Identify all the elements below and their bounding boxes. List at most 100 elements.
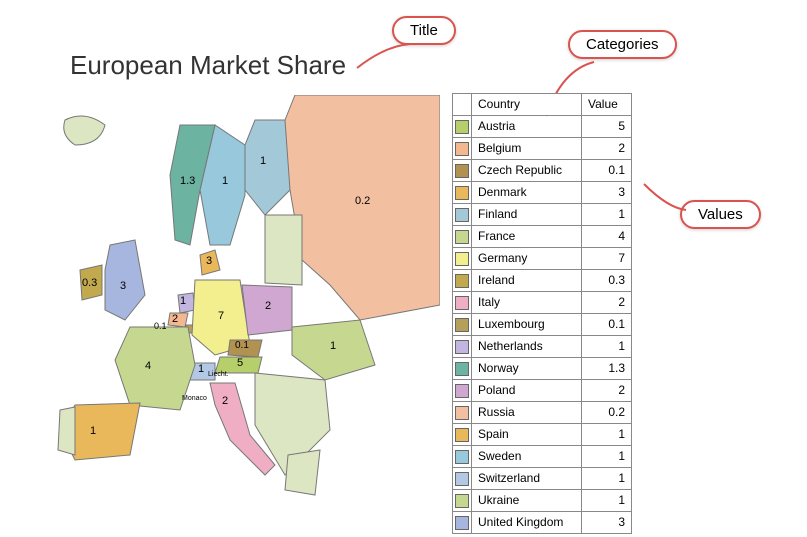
table-row: Austria5 (453, 116, 632, 138)
swatch-cell (453, 402, 472, 424)
swatch-icon (455, 252, 469, 266)
table-row: Germany7 (453, 248, 632, 270)
value-cell: 1 (582, 490, 632, 512)
country-finland (245, 120, 290, 215)
table-row: Norway1.3 (453, 358, 632, 380)
swatch-icon (455, 428, 469, 442)
table-row: Italy2 (453, 292, 632, 314)
country-uk (105, 240, 145, 320)
value-cell: 4 (582, 226, 632, 248)
country-france (115, 327, 195, 410)
country-cell: Italy (472, 292, 582, 314)
callout-title: Title (392, 16, 456, 45)
country-cell: Spain (472, 424, 582, 446)
table-row: Denmark3 (453, 182, 632, 204)
value-cell: 0.3 (582, 270, 632, 292)
country-denmark (200, 250, 220, 275)
table-row: Ireland0.3 (453, 270, 632, 292)
swatch-cell (453, 446, 472, 468)
value-cell: 0.2 (582, 402, 632, 424)
country-cell: Switzerland (472, 468, 582, 490)
value-cell: 3 (582, 512, 632, 534)
swatch-cell (453, 182, 472, 204)
country-netherlands (178, 293, 195, 313)
swatch-icon (455, 120, 469, 134)
swatch-cell (453, 160, 472, 182)
callout-values-tail (640, 180, 690, 220)
table-row: Poland2 (453, 380, 632, 402)
swatch-cell (453, 270, 472, 292)
country-cell: United Kingdom (472, 512, 582, 534)
table-header-swatch (453, 94, 472, 116)
value-cell: 5 (582, 116, 632, 138)
swatch-icon (455, 406, 469, 420)
table-row: Finland1 (453, 204, 632, 226)
table-header-country: Country (472, 94, 582, 116)
table-header-row: Country Value (453, 94, 632, 116)
country-iceland (64, 116, 105, 145)
table-row: Belgium2 (453, 138, 632, 160)
page-title: European Market Share (70, 50, 346, 81)
table-row: Switzerland1 (453, 468, 632, 490)
country-russia (275, 95, 440, 320)
swatch-icon (455, 296, 469, 310)
table-row: Czech Republic0.1 (453, 160, 632, 182)
country-cell: Austria (472, 116, 582, 138)
table-row: Russia0.2 (453, 402, 632, 424)
country-cell: France (472, 226, 582, 248)
value-cell: 2 (582, 380, 632, 402)
swatch-cell (453, 314, 472, 336)
swatch-cell (453, 204, 472, 226)
swatch-cell (453, 138, 472, 160)
country-cell: Norway (472, 358, 582, 380)
country-cell: Russia (472, 402, 582, 424)
country-baltics (265, 215, 302, 285)
country-cell: Denmark (472, 182, 582, 204)
country-cell: Netherlands (472, 336, 582, 358)
swatch-icon (455, 318, 469, 332)
table-row: Ukraine1 (453, 490, 632, 512)
swatch-icon (455, 164, 469, 178)
country-cell: Ireland (472, 270, 582, 292)
swatch-cell (453, 380, 472, 402)
value-cell: 1 (582, 446, 632, 468)
swatch-icon (455, 208, 469, 222)
value-cell: 2 (582, 292, 632, 314)
country-ukraine (292, 320, 375, 380)
value-cell: 1 (582, 336, 632, 358)
swatch-cell (453, 226, 472, 248)
value-cell: 0.1 (582, 314, 632, 336)
swatch-cell (453, 292, 472, 314)
swatch-cell (453, 490, 472, 512)
value-cell: 0.1 (582, 160, 632, 182)
swatch-icon (455, 362, 469, 376)
swatch-cell (453, 116, 472, 138)
country-poland (242, 285, 292, 335)
swatch-icon (455, 516, 469, 530)
legend-table: Country Value Austria5Belgium2Czech Repu… (452, 93, 632, 534)
swatch-icon (455, 494, 469, 508)
country-ireland (80, 265, 102, 300)
table-row: France4 (453, 226, 632, 248)
swatch-icon (455, 186, 469, 200)
table-row: Spain1 (453, 424, 632, 446)
value-cell: 1 (582, 468, 632, 490)
callout-categories: Categories (568, 30, 677, 59)
value-cell: 1.3 (582, 358, 632, 380)
value-cell: 1 (582, 424, 632, 446)
europe-map: 0.2 1 1 1.3 0.3 3 3 1 2 0.1 7 2 0.1 5 1 … (30, 95, 440, 515)
swatch-icon (455, 230, 469, 244)
country-cell: Czech Republic (472, 160, 582, 182)
country-cell: Finland (472, 204, 582, 226)
value-cell: 1 (582, 204, 632, 226)
swatch-icon (455, 472, 469, 486)
table-row: Netherlands1 (453, 336, 632, 358)
country-cell: Poland (472, 380, 582, 402)
value-cell: 2 (582, 138, 632, 160)
country-belgium (168, 313, 188, 327)
country-cell: Luxembourg (472, 314, 582, 336)
country-cell: Germany (472, 248, 582, 270)
swatch-icon (455, 340, 469, 354)
country-czech (228, 340, 262, 357)
country-cell: Sweden (472, 446, 582, 468)
